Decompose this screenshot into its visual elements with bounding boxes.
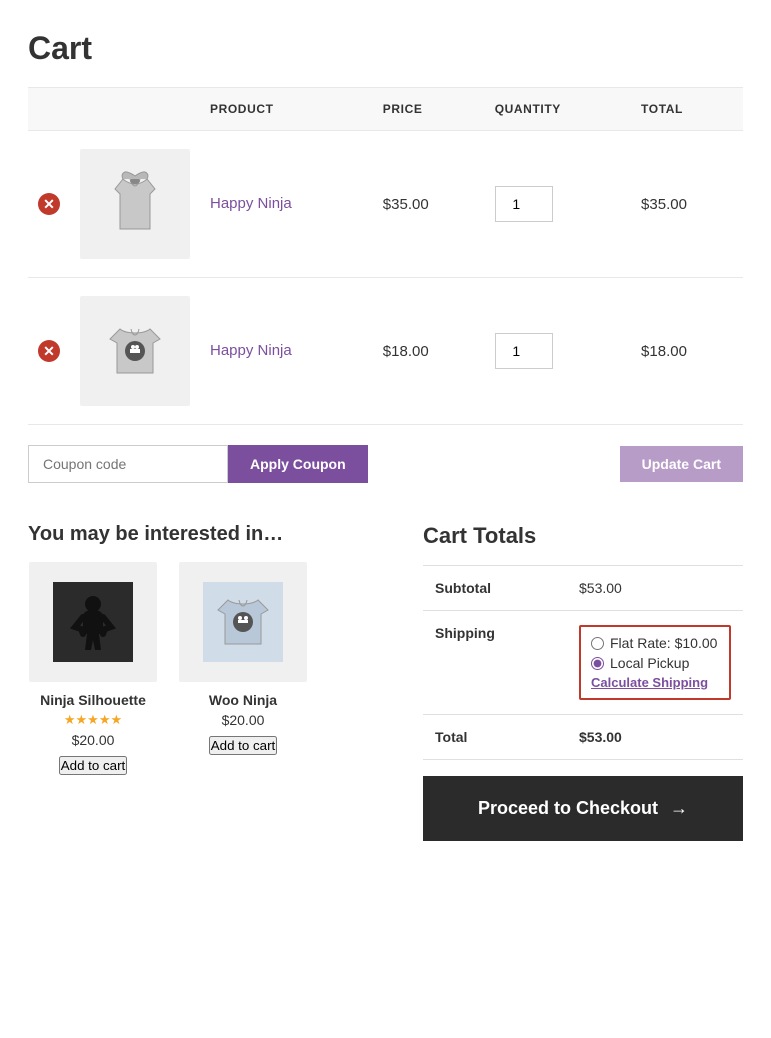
stars: ★★★★★ [64,712,122,728]
apply-coupon-button[interactable]: Apply Coupon [228,445,368,483]
col-header-product: PRODUCT [200,88,373,131]
product-price-1: $35.00 [373,131,485,278]
quantity-input-2[interactable] [495,333,553,369]
totals-table: Subtotal $53.00 Shipping Flat Rate: $10.… [423,565,743,760]
product-card-name: Ninja Silhouette [40,692,146,708]
shipping-box: Flat Rate: $10.00 Local Pickup Calculate… [579,625,731,700]
add-to-cart-btn-2[interactable]: Add to cart [209,736,277,755]
checkout-label: Proceed to Checkout [478,798,658,819]
shipping-option-flat[interactable]: Flat Rate: $10.00 [591,635,719,651]
shipping-option-pickup[interactable]: Local Pickup [591,655,719,671]
suggested-section: You may be interested in… Ninja Silhouet… [28,523,393,775]
total-value: $53.00 [567,715,743,760]
subtotal-row: Subtotal $53.00 [423,566,743,611]
coupon-row: Apply Coupon Update Cart [28,445,743,483]
update-cart-button[interactable]: Update Cart [620,446,743,482]
add-to-cart-btn-1[interactable]: Add to cart [59,756,127,775]
product-total-1: $35.00 [631,131,743,278]
product-name-2[interactable]: Happy Ninja [210,342,292,359]
product-card-name: Woo Ninja [209,692,277,708]
proceed-checkout-button[interactable]: Proceed to Checkout → [423,776,743,841]
suggested-product-image-1 [29,562,157,682]
flat-rate-label: Flat Rate: $10.00 [610,635,717,651]
remove-item-1-button[interactable]: ✕ [38,193,60,215]
suggested-title: You may be interested in… [28,523,393,546]
total-row: Total $53.00 [423,715,743,760]
flat-rate-radio[interactable] [591,637,604,650]
close-icon: ✕ [38,340,60,362]
product-card: Ninja Silhouette ★★★★★ $20.00 Add to car… [28,562,158,775]
subtotal-label: Subtotal [423,566,567,611]
quantity-input-1[interactable] [495,186,553,222]
product-card: Woo Ninja $20.00 Add to cart [178,562,308,775]
product-name-1[interactable]: Happy Ninja [210,195,292,212]
suggested-products: Ninja Silhouette ★★★★★ $20.00 Add to car… [28,562,393,775]
suggested-product-image-2 [179,562,307,682]
table-row: ✕ [28,278,743,425]
product-total-2: $18.00 [631,278,743,425]
col-header-total: TOTAL [631,88,743,131]
bottom-section: You may be interested in… Ninja Silhouet… [28,523,743,841]
subtotal-value: $53.00 [567,566,743,611]
total-label: Total [423,715,567,760]
local-pickup-radio[interactable] [591,657,604,670]
calculate-shipping-link[interactable]: Calculate Shipping [591,675,719,690]
close-icon: ✕ [38,193,60,215]
shipping-row: Shipping Flat Rate: $10.00 Local Pickup [423,611,743,715]
col-header-qty: QUANTITY [485,88,631,131]
product-image-1 [80,149,190,259]
local-pickup-label: Local Pickup [610,655,689,671]
product-card-price: $20.00 [72,732,115,748]
table-row: ✕ Happy Ninja [28,131,743,278]
product-card-price: $20.00 [222,712,265,728]
cart-table: PRODUCT PRICE QUANTITY TOTAL ✕ [28,87,743,425]
remove-item-2-button[interactable]: ✕ [38,340,60,362]
coupon-input[interactable] [28,445,228,483]
coupon-form: Apply Coupon [28,445,368,483]
product-image-2 [80,296,190,406]
cart-totals-title: Cart Totals [423,523,743,549]
checkout-arrow-icon: → [670,798,688,819]
shipping-label: Shipping [423,611,567,715]
shipping-options-cell: Flat Rate: $10.00 Local Pickup Calculate… [567,611,743,715]
col-header-price: PRICE [373,88,485,131]
cart-totals-section: Cart Totals Subtotal $53.00 Shipping Fla… [423,523,743,841]
page-title: Cart [28,30,743,67]
product-price-2: $18.00 [373,278,485,425]
